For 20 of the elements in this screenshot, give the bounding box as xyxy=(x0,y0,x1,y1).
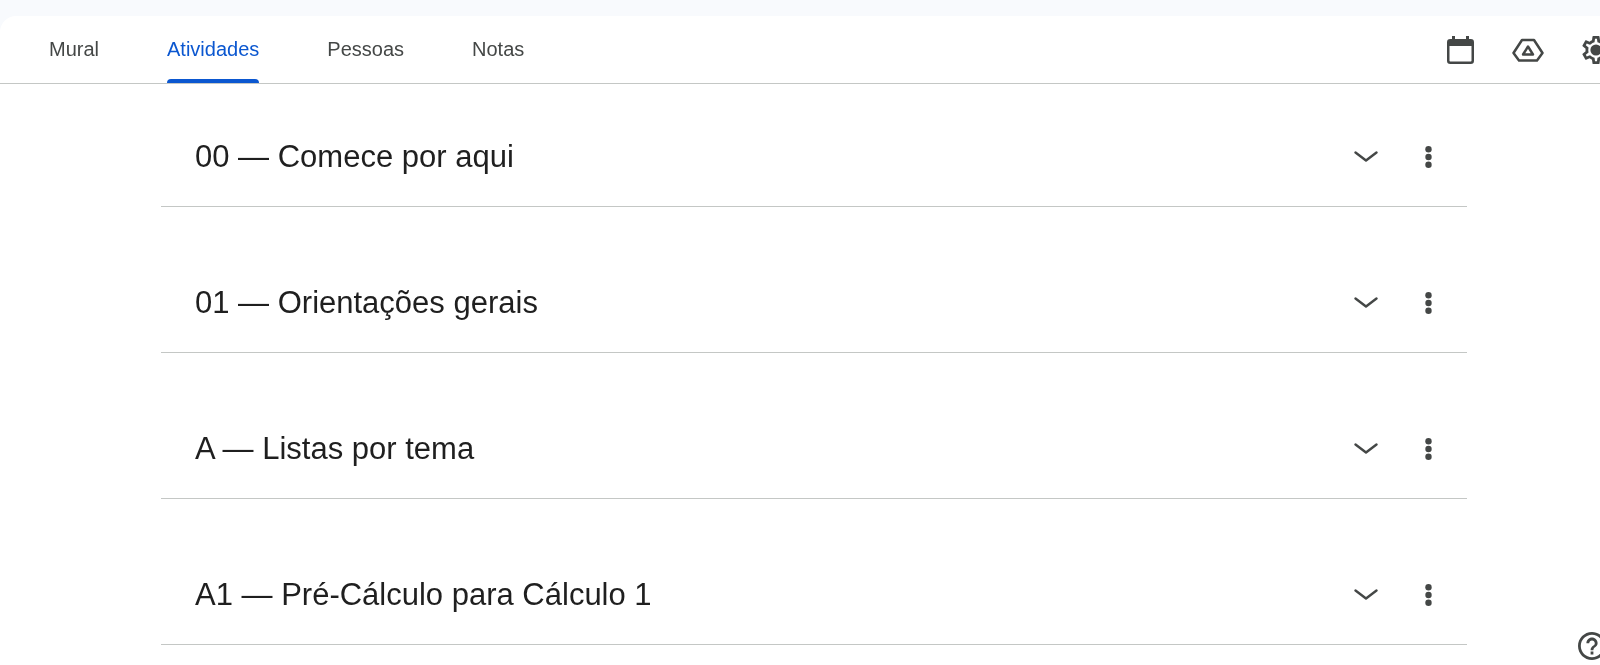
chevron-down-icon xyxy=(1354,443,1378,454)
chevron-down-icon xyxy=(1354,297,1378,308)
more-options-icon xyxy=(1424,291,1432,314)
help-icon xyxy=(1578,632,1600,660)
more-options-icon xyxy=(1424,583,1432,606)
chevron-down-icon xyxy=(1354,151,1378,162)
more-options-icon xyxy=(1424,437,1432,460)
tab[interactable]: Mural xyxy=(16,16,132,83)
calendar-icon xyxy=(1446,35,1474,64)
tab[interactable]: Notas xyxy=(439,16,558,83)
topic-title: 00 — Comece por aqui xyxy=(195,137,514,176)
chevron-down-icon xyxy=(1354,589,1378,600)
triangle-logo-icon xyxy=(1512,37,1544,62)
topic-title: 01 — Orientações gerais xyxy=(195,283,538,322)
help-button[interactable] xyxy=(1578,632,1600,660)
topic-title: A — Listas por tema xyxy=(195,429,475,468)
more-options-icon xyxy=(1424,145,1432,168)
tab[interactable]: Atividades xyxy=(134,16,293,83)
topic-title: A1 — Pré-Cálculo para Cálculo 1 xyxy=(195,575,652,614)
tab[interactable]: Pessoas xyxy=(294,16,437,83)
